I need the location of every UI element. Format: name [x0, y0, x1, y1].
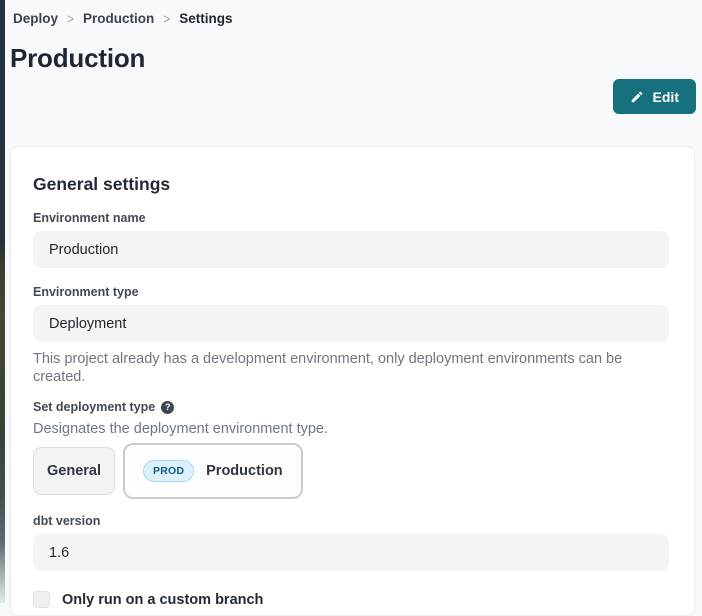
prod-badge: PROD — [143, 460, 194, 482]
deployment-type-option-production[interactable]: PROD Production — [123, 443, 303, 499]
question-circle-icon[interactable]: ? — [161, 401, 174, 414]
environment-type-label: Environment type — [33, 285, 669, 300]
option-general-label: General — [47, 463, 101, 479]
deployment-type-label: Set deployment type ? — [33, 400, 669, 415]
environment-name-input[interactable] — [33, 231, 669, 268]
custom-branch-checkbox[interactable] — [33, 591, 50, 608]
pencil-icon — [630, 90, 644, 104]
edit-button-label: Edit — [653, 89, 679, 105]
environment-type-helper: This project already has a development e… — [33, 350, 669, 386]
deployment-type-label-text: Set deployment type — [33, 400, 155, 415]
chevron-right-icon: > — [67, 10, 74, 26]
section-heading: General settings — [33, 174, 669, 194]
custom-branch-row: Only run on a custom branch — [33, 591, 669, 608]
general-settings-card: General settings Environment name Enviro… — [10, 146, 695, 616]
main-content: Deploy > Production > Settings Productio… — [5, 0, 702, 616]
option-production-label: Production — [206, 463, 283, 479]
breadcrumb-production[interactable]: Production — [83, 11, 154, 26]
dbt-version-label: dbt version — [33, 514, 669, 529]
deployment-type-option-general[interactable]: General — [33, 447, 115, 495]
environment-type-input[interactable] — [33, 305, 669, 342]
edit-button[interactable]: Edit — [613, 79, 696, 114]
dbt-version-input[interactable] — [33, 534, 669, 571]
breadcrumb-settings: Settings — [179, 11, 232, 26]
environment-name-label: Environment name — [33, 211, 669, 226]
actions-row: Edit — [5, 79, 696, 114]
deployment-type-description: Designates the deployment environment ty… — [33, 420, 669, 438]
page-title: Production — [10, 41, 702, 75]
breadcrumb-deploy[interactable]: Deploy — [13, 11, 58, 26]
deployment-type-toggle-group: General PROD Production — [33, 443, 669, 499]
chevron-right-icon: > — [163, 10, 170, 26]
breadcrumb: Deploy > Production > Settings — [5, 0, 702, 26]
custom-branch-label: Only run on a custom branch — [62, 592, 263, 608]
